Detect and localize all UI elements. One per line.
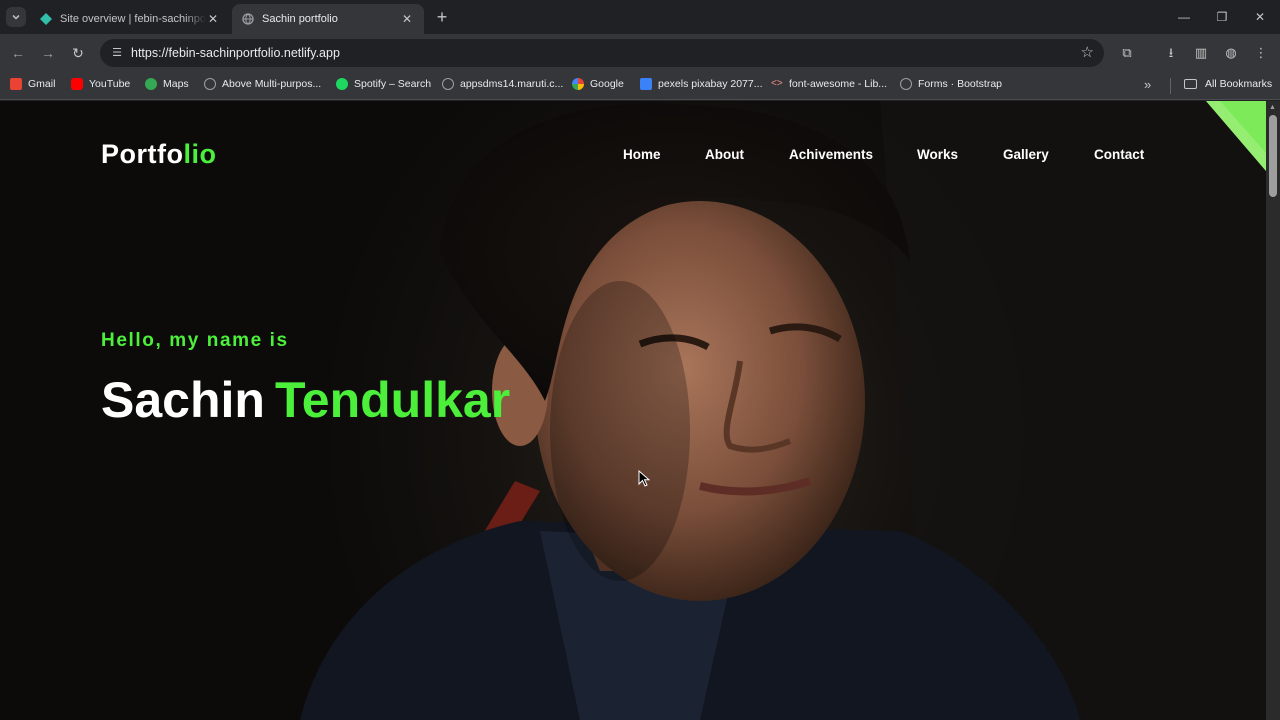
bookmark-gmail[interactable]: Gmail [10, 78, 55, 90]
bookmarks-divider [1170, 78, 1171, 94]
forward-icon[interactable]: → [38, 43, 58, 63]
tab-search-button[interactable] [6, 7, 26, 27]
hero-name: Sachin Tendulkar [101, 371, 510, 429]
site-logo[interactable]: Portfolio [101, 139, 216, 170]
tab-strip: Site overview | febin-sachinportfolio ✕ … [0, 0, 1280, 34]
google-icon [572, 78, 584, 90]
logo-main: Portfo [101, 139, 184, 169]
bookmark-maps[interactable]: Maps [145, 78, 189, 90]
tab-sachin-portfolio[interactable]: Sachin portfolio ✕ [232, 4, 424, 34]
new-tab-button[interactable]: + [432, 7, 452, 27]
folder-icon [1184, 79, 1197, 89]
globe-icon [204, 78, 216, 90]
bookmark-label: Spotify – Search [354, 78, 432, 90]
close-tab-icon[interactable]: ✕ [206, 12, 220, 26]
youtube-icon [71, 78, 83, 90]
extensions-icon[interactable]: ⧉ [1118, 44, 1136, 62]
url-text[interactable]: https://febin-sachinportfolio.netlify.ap… [131, 46, 340, 60]
nav-contact[interactable]: Contact [1094, 147, 1144, 162]
bookmark-label: Google [590, 78, 624, 90]
netlify-icon [40, 13, 52, 25]
more-bookmarks-icon[interactable]: » [1144, 77, 1151, 92]
bookmark-label: Above Multi-purpos... [222, 78, 322, 90]
nav-achivements[interactable]: Achivements [789, 147, 873, 162]
tab-title: Sachin portfolio [262, 13, 338, 25]
hero-last-name: Tendulkar [274, 372, 511, 428]
chevron-down-icon [12, 14, 20, 20]
bookmark-youtube[interactable]: YouTube [71, 78, 130, 90]
tab-site-overview[interactable]: Site overview | febin-sachinportfolio ✕ [30, 4, 230, 34]
bookmark-label: font-awesome - Lib... [789, 78, 888, 90]
back-icon[interactable]: ← [8, 43, 28, 63]
gmail-icon [10, 78, 22, 90]
tab-title: Site overview | febin-sachinportfolio [60, 13, 206, 25]
browser-toolbar: ← → ↻ ☰ https://febin-sachinportfolio.ne… [0, 34, 1280, 72]
bookmarks-bar: Gmail YouTube Maps Above Multi-purpos...… [0, 72, 1280, 100]
portfolio-page: Portfolio Home About Achivements Works G… [0, 101, 1266, 720]
bookmark-spotify[interactable]: Spotify – Search [336, 78, 431, 90]
bookmark-label: Gmail [28, 78, 56, 90]
scrollbar-thumb[interactable] [1269, 115, 1277, 197]
hero-first-name: Sachin [101, 372, 265, 428]
minimize-icon[interactable]: — [1170, 6, 1198, 28]
nav-gallery[interactable]: Gallery [1003, 147, 1049, 162]
download-icon[interactable]: ⭳ [1162, 44, 1180, 62]
corner-decoration [1206, 101, 1266, 171]
restore-icon[interactable]: ❐ [1208, 6, 1236, 28]
mouse-cursor-icon [638, 470, 650, 487]
bookmark-star-icon[interactable]: ☆ [1081, 43, 1094, 61]
maps-icon [145, 78, 157, 90]
hero-greeting: Hello, my name is [101, 330, 289, 351]
bookmark-forms-bootstrap[interactable]: Forms · Bootstrap [900, 78, 1002, 90]
globe-icon [900, 78, 912, 90]
logo-accent: lio [183, 139, 217, 169]
all-bookmarks-button[interactable]: All Bookmarks [1184, 78, 1272, 90]
bookmark-label: YouTube [89, 78, 131, 90]
bookmark-google[interactable]: Google [572, 78, 624, 90]
all-bookmarks-label: All Bookmarks [1205, 78, 1273, 90]
close-tab-icon[interactable]: ✕ [400, 12, 414, 26]
side-panel-icon[interactable]: ▥ [1192, 44, 1210, 62]
nav-about[interactable]: About [705, 147, 744, 162]
menu-icon[interactable]: ⋮ [1252, 44, 1270, 62]
bookmark-font-awesome[interactable]: <> font-awesome - Lib... [771, 78, 887, 90]
bookmark-label: Maps [163, 78, 189, 90]
scroll-up-icon[interactable]: ▲ [1269, 104, 1276, 111]
bookmark-label: pexels pixabay 2077... [658, 78, 763, 90]
close-window-icon[interactable]: ✕ [1246, 6, 1274, 28]
pexels-icon [640, 78, 652, 90]
nav-home[interactable]: Home [623, 147, 661, 162]
bookmark-pexels[interactable]: pexels pixabay 2077... [640, 78, 763, 90]
nav-works[interactable]: Works [917, 147, 958, 162]
reload-icon[interactable]: ↻ [68, 43, 88, 63]
address-bar[interactable]: ☰ https://febin-sachinportfolio.netlify.… [100, 39, 1104, 67]
bookmark-label: appsdms14.maruti.c... [460, 78, 564, 90]
page-scrollbar[interactable]: ▲ [1266, 101, 1280, 720]
site-info-icon[interactable]: ☰ [108, 44, 126, 62]
bookmark-above[interactable]: Above Multi-purpos... [204, 78, 321, 90]
code-icon: <> [771, 78, 783, 89]
bookmark-label: Forms · Bootstrap [918, 78, 1003, 90]
globe-icon [242, 13, 254, 25]
spotify-icon [336, 78, 348, 90]
bookmark-appsdms[interactable]: appsdms14.maruti.c... [442, 78, 563, 90]
profile-icon[interactable]: ◍ [1222, 44, 1240, 62]
globe-icon [442, 78, 454, 90]
